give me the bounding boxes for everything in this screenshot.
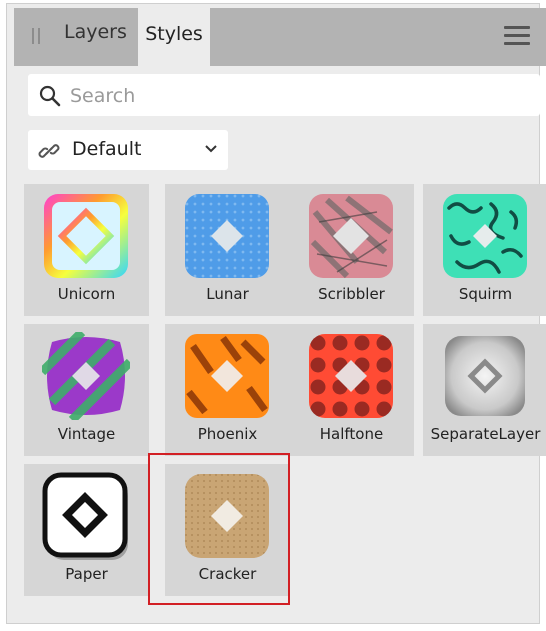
panel-menu-icon[interactable] [504,26,530,46]
style-label: Cracker [198,565,257,583]
style-label: Paper [65,565,108,583]
panel-tab-bar: Layers Styles [14,8,546,66]
search-field[interactable] [28,74,540,116]
style-label: SeparateLayer [430,425,541,443]
cracker-style-icon [185,474,269,558]
style-tile-cracker[interactable]: Cracker [165,464,290,596]
search-input[interactable] [68,78,532,114]
panel-grip-icon[interactable] [32,28,40,44]
style-tile-halftone[interactable]: Halftone [289,324,414,456]
phoenix-style-icon [185,334,269,418]
chevron-down-icon [205,145,217,153]
lunar-style-icon [185,194,269,278]
unicorn-style-icon [44,194,128,278]
squirm-style-icon [443,194,527,278]
style-tile-scribbler[interactable]: Scribbler [289,184,414,316]
tab-layers[interactable]: Layers [56,8,135,56]
scribbler-style-icon [309,194,393,279]
style-tile-vintage[interactable]: Vintage [24,324,149,456]
link-icon [38,144,60,158]
style-label: Vintage [57,425,116,443]
style-label: Halftone [319,425,384,443]
vintage-style-icon [42,332,130,420]
style-label: Phoenix [197,425,258,443]
separatelayer-style-icon [445,336,525,416]
style-tile-squirm[interactable]: Squirm [423,184,546,316]
paper-style-icon [42,472,128,560]
style-tile-paper[interactable]: Paper [24,464,149,596]
style-label: Scribbler [318,285,385,303]
style-tile-phoenix[interactable]: Phoenix [165,324,290,456]
search-icon [39,85,61,107]
style-tile-unicorn[interactable]: Unicorn [24,184,149,316]
style-category-dropdown[interactable]: Default [28,130,228,170]
dropdown-selected-value: Default [72,138,142,160]
style-tile-lunar[interactable]: Lunar [165,184,290,316]
halftone-style-icon [309,334,393,418]
style-label: Unicorn [57,285,116,303]
style-tile-separatelayer[interactable]: SeparateLayer [423,324,546,456]
tab-styles[interactable]: Styles [138,8,210,66]
style-label: Lunar [206,285,249,303]
style-label: Squirm [458,285,513,303]
